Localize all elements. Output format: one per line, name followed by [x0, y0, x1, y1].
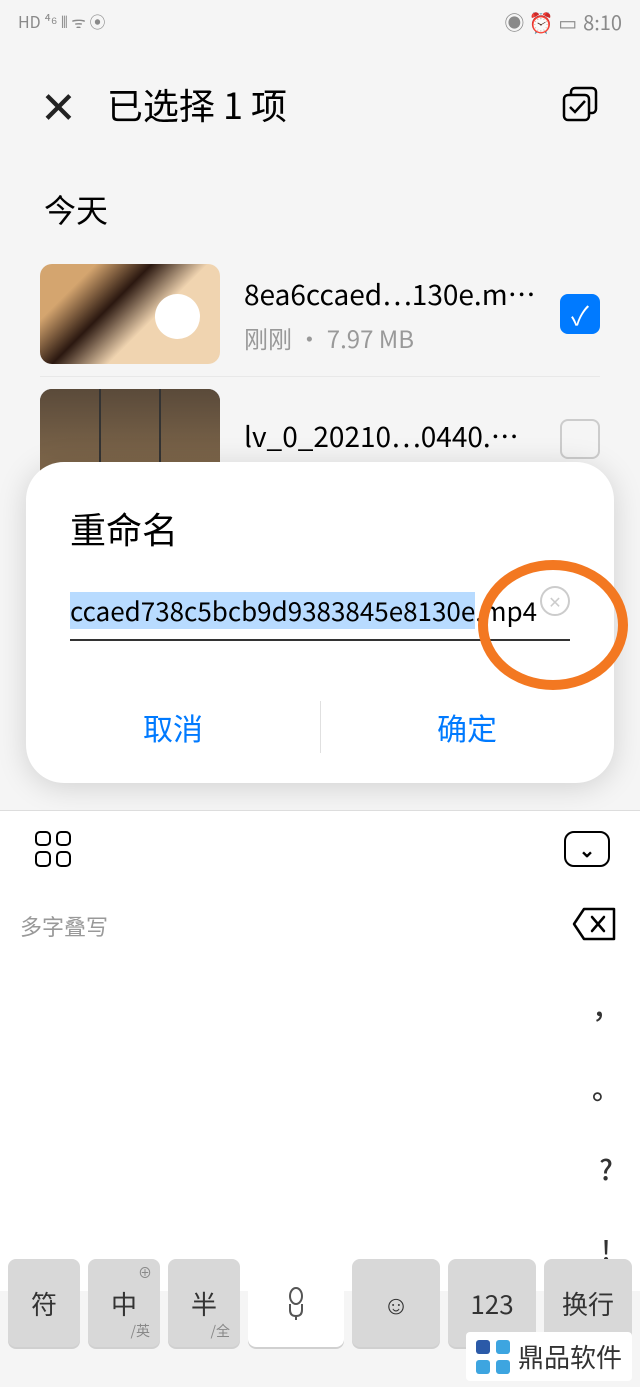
list-item[interactable]: 8ea6ccaed…130e.mp4 刚刚 · 7.97 MB ✓ [40, 252, 600, 377]
clear-input-icon[interactable]: ✕ [540, 586, 570, 616]
handwriting-area[interactable] [0, 966, 572, 1291]
kb-key-language[interactable]: 中 ⊕ /英 [88, 1259, 160, 1347]
kb-symbol-question[interactable]: ? [572, 1129, 640, 1210]
file-name: 8ea6ccaed…130e.mp4 [244, 274, 536, 314]
keyboard-grid-icon[interactable] [30, 826, 76, 872]
watermark: 鼎品软件 [466, 1332, 632, 1381]
globe-icon: ⊕ [138, 1263, 152, 1283]
status-bar: HD ⁴⁶ ⫴ ᯤ ⦿ ◉ ⏰ ▭ 8:10 [0, 0, 640, 42]
status-indicators-right: ◉ ⏰ ▭ [504, 7, 577, 36]
file-meta: 刚刚 · 7.97 MB [244, 320, 536, 355]
file-name: lv_0_20210…0440.mp4 [244, 416, 536, 456]
dialog-title: 重命名 [26, 502, 614, 584]
cancel-button[interactable]: 取消 [26, 691, 320, 763]
status-time: 8:10 [583, 7, 622, 36]
page-title: 已选择 1 项 [107, 78, 560, 130]
kb-key-emoji[interactable]: ☺ [352, 1259, 440, 1347]
kb-key-space[interactable] [248, 1259, 344, 1347]
kb-key-width[interactable]: 半 /全 [168, 1259, 240, 1347]
keyboard-area[interactable]: ， 。 ? ! [0, 966, 640, 1291]
keyboard-toolbar: ⌄ [0, 810, 640, 886]
section-today: 今天 [0, 156, 640, 252]
checkbox[interactable]: ✓ [560, 294, 600, 334]
confirm-button[interactable]: 确定 [320, 691, 614, 763]
suggestion-text[interactable]: 多字叠写 [20, 910, 568, 942]
watermark-logo-icon [476, 1340, 510, 1374]
close-icon[interactable]: ✕ [40, 72, 77, 136]
kb-symbol-comma[interactable]: ， [572, 966, 640, 1047]
keyboard-collapse-icon[interactable]: ⌄ [564, 826, 610, 872]
backspace-icon[interactable] [568, 903, 620, 950]
rename-dialog: 重命名 ccaed738c5bcb9d9383845e8130e.mp4 ✕ 取… [26, 462, 614, 783]
suggestion-bar: 多字叠写 [0, 886, 640, 966]
select-all-icon[interactable] [560, 84, 600, 124]
header-bar: ✕ 已选择 1 项 [0, 42, 640, 156]
watermark-text: 鼎品软件 [518, 1338, 622, 1375]
file-thumbnail [40, 264, 220, 364]
kb-key-symbol[interactable]: 符 [8, 1259, 80, 1347]
status-indicators-left: HD ⁴⁶ ⫴ ᯤ ⦿ [18, 9, 105, 33]
kb-symbol-period[interactable]: 。 [572, 1047, 640, 1128]
rename-input[interactable]: ccaed738c5bcb9d9383845e8130e.mp4 [70, 584, 570, 641]
checkbox[interactable] [560, 419, 600, 459]
